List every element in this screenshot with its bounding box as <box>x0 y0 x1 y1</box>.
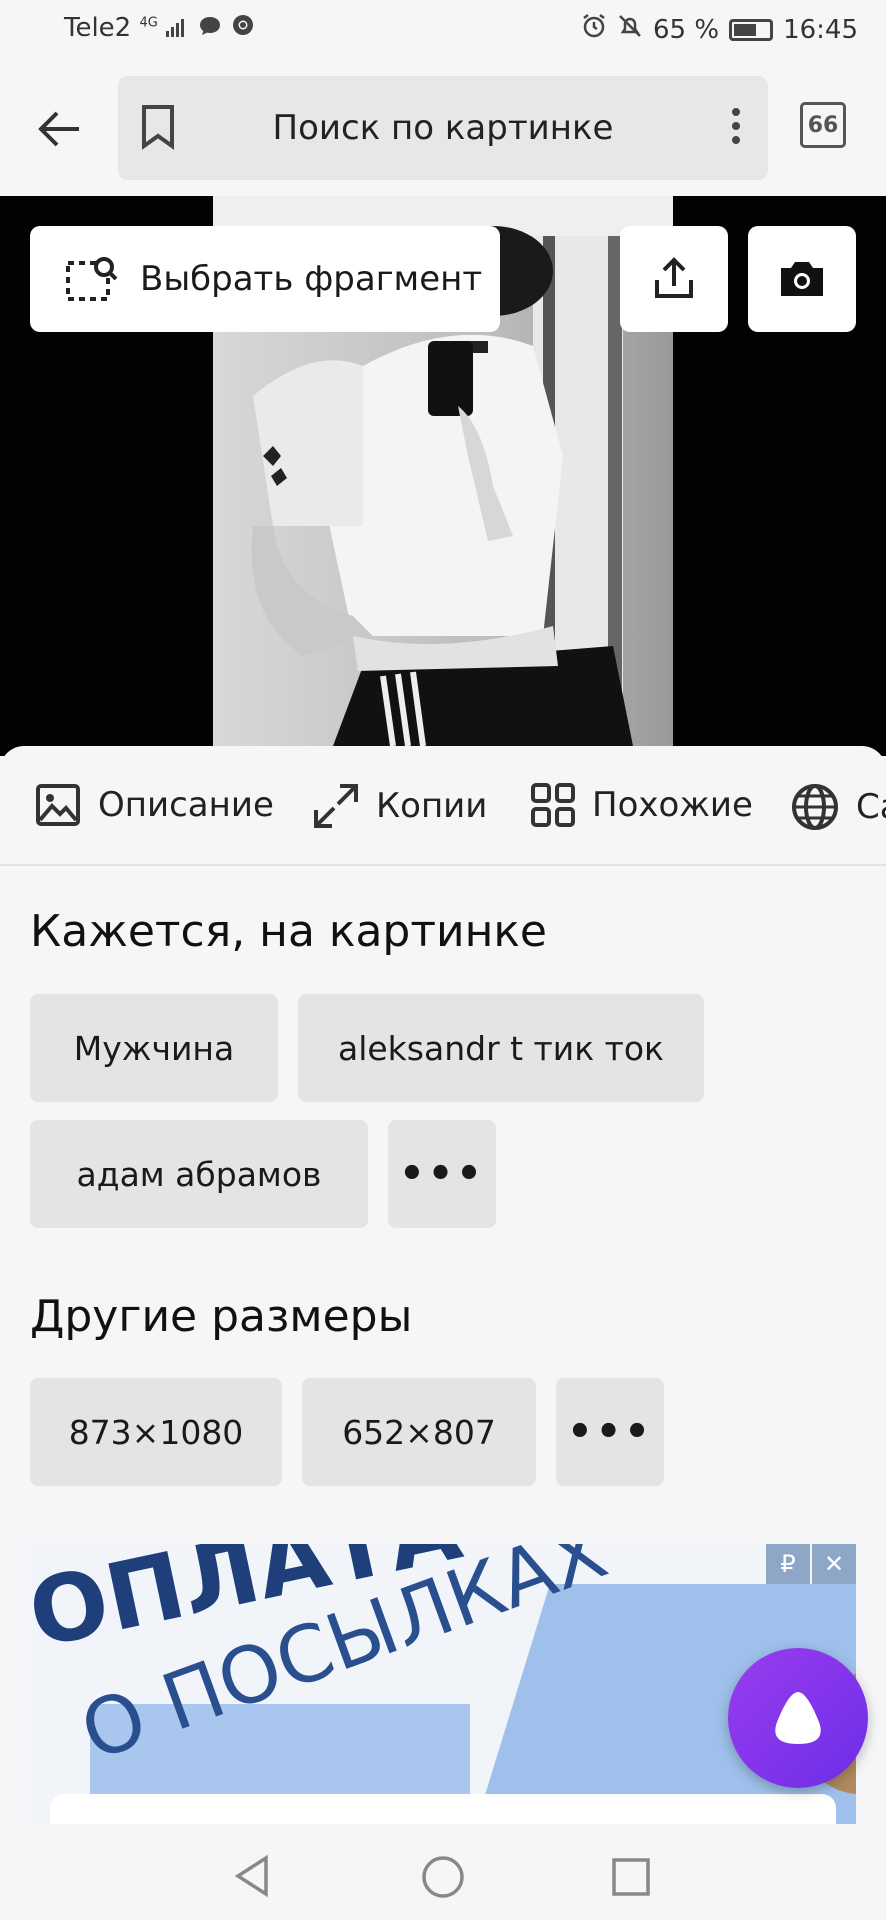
chat-icon <box>198 14 222 44</box>
search-bar[interactable]: Поиск по картинке <box>118 76 768 180</box>
tabs-count-button[interactable]: 66 <box>800 102 846 148</box>
ad-currency-badge: ₽ <box>766 1544 810 1584</box>
nav-recents-button[interactable] <box>610 1856 652 1902</box>
more-sizes-button[interactable]: ••• <box>556 1378 664 1486</box>
select-fragment-label: Выбрать фрагмент <box>140 259 483 299</box>
status-bar: Tele2 4G 65 % 16:45 <box>0 0 886 62</box>
alice-assistant-button[interactable] <box>728 1648 868 1788</box>
camera-button[interactable] <box>748 226 856 332</box>
grid-icon <box>531 783 575 827</box>
share-icon <box>655 257 693 298</box>
tab-sites-label: Сайты <box>856 787 886 827</box>
more-tags-button[interactable]: ••• <box>388 1120 496 1228</box>
result-tabs: Описание Копии Похожие Сайты <box>0 746 886 866</box>
image-preview[interactable]: Выбрать фрагмент <box>0 196 886 756</box>
tag-chip[interactable]: адам абрамов <box>30 1120 368 1228</box>
tab-sites[interactable]: Сайты <box>790 782 886 832</box>
tab-copies[interactable]: Копии <box>312 782 487 830</box>
size-chip[interactable]: 652×807 <box>302 1378 536 1486</box>
tag-chip[interactable]: aleksandr t тик ток <box>298 994 704 1102</box>
share-button[interactable] <box>620 226 728 332</box>
tab-description-label: Описание <box>98 785 274 825</box>
search-title: Поиск по картинке <box>272 108 614 148</box>
square-recents-icon <box>612 1858 650 1896</box>
sizes-title: Другие размеры <box>30 1291 413 1342</box>
recognized-title: Кажется, на картинке <box>30 906 547 957</box>
top-bar: Поиск по картинке 66 <box>0 62 886 196</box>
tab-similar-label: Похожие <box>592 785 753 825</box>
tab-copies-label: Копии <box>376 786 488 826</box>
size-chip[interactable]: 873×1080 <box>30 1378 282 1486</box>
ad-close-button[interactable]: ✕ <box>812 1544 856 1584</box>
image-icon <box>36 784 80 826</box>
circle-home-icon <box>422 1856 464 1898</box>
expand-arrows-icon <box>314 784 358 828</box>
tag-chip[interactable]: Мужчина <box>30 994 278 1102</box>
crop-search-icon <box>66 257 118 301</box>
carrier-label: Tele2 4G <box>64 13 255 44</box>
more-vertical-icon <box>732 108 740 116</box>
signal-icon <box>166 14 190 44</box>
triangle-back-icon <box>234 1854 268 1898</box>
clock: 16:45 <box>783 14 858 45</box>
mute-bell-icon <box>617 13 643 46</box>
tab-similar[interactable]: Похожие <box>530 782 753 828</box>
nav-back-button[interactable] <box>232 1854 272 1902</box>
arrow-left-icon <box>38 111 79 147</box>
back-button[interactable] <box>30 100 88 158</box>
alice-icon <box>775 1692 821 1744</box>
nav-home-button[interactable] <box>420 1854 466 1904</box>
chrome-icon <box>231 13 255 44</box>
status-right: 65 % 16:45 <box>581 13 858 46</box>
battery-icon <box>729 18 774 41</box>
tab-description[interactable]: Описание <box>34 782 274 828</box>
alarm-icon <box>581 13 607 46</box>
system-nav-bar <box>0 1824 886 1920</box>
globe-icon <box>792 784 838 830</box>
network-type: 4G <box>139 15 158 31</box>
camera-icon <box>781 262 823 296</box>
select-fragment-button[interactable]: Выбрать фрагмент <box>30 226 500 332</box>
battery-percent: 65 % <box>653 14 720 45</box>
more-menu-button[interactable] <box>726 104 746 152</box>
